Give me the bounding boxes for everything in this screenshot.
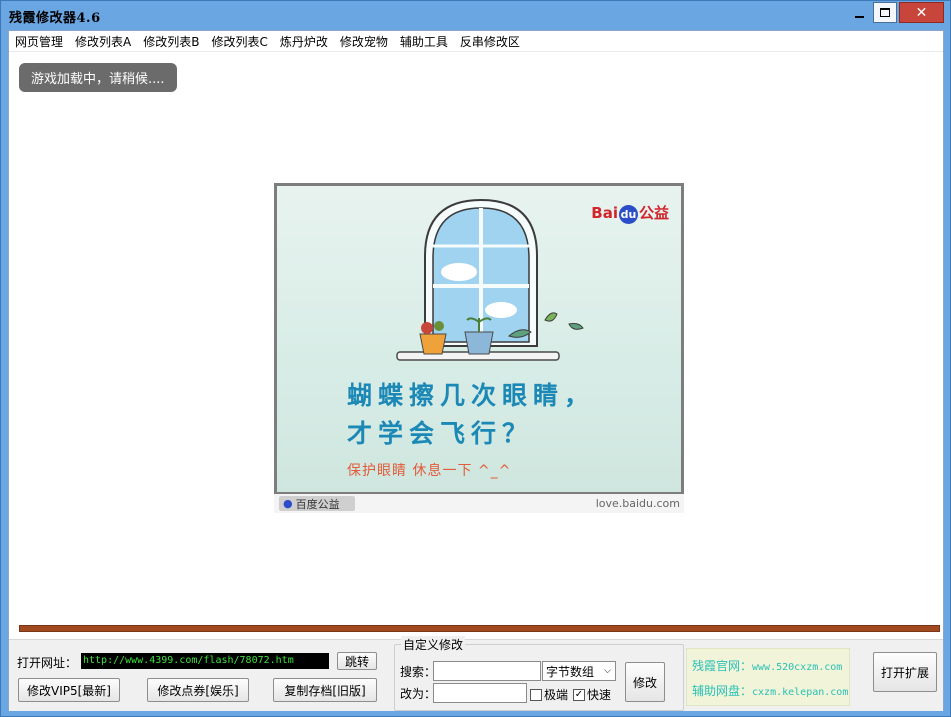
- menu-helper-tools[interactable]: 辅助工具: [400, 33, 454, 50]
- maximize-icon: [880, 8, 890, 17]
- extreme-checkbox-label: 极端: [544, 688, 569, 702]
- maximize-button[interactable]: [873, 2, 897, 23]
- menu-web-manage[interactable]: 网页管理: [15, 33, 69, 50]
- copy-save-button[interactable]: 复制存档[旧版]: [273, 678, 377, 702]
- modify-points-button[interactable]: 修改点券[娱乐]: [147, 678, 249, 702]
- ad-headline-1: 蝴蝶擦几次眼睛，: [347, 381, 596, 410]
- menu-modify-list-a[interactable]: 修改列表A: [75, 33, 137, 50]
- chevron-down-icon: ⌵: [604, 666, 611, 676]
- ad-footer: ● 百度公益 love.baidu.com: [274, 494, 684, 513]
- extreme-checkbox[interactable]: 极端: [530, 686, 568, 703]
- menu-bar: 网页管理 修改列表A 修改列表B 修改列表C 炼丹炉改 修改宠物 辅助工具 反串…: [9, 31, 943, 52]
- replace-input[interactable]: [433, 683, 527, 703]
- open-url-label: 打开网址：: [17, 656, 78, 670]
- paw-icon: ●: [283, 497, 293, 510]
- menu-furnace-modify[interactable]: 炼丹炉改: [280, 33, 334, 50]
- window-title: 残霞修改器4.6: [9, 11, 101, 26]
- fast-checkbox-label: 快速: [587, 688, 612, 702]
- official-site-link[interactable]: 残霞官网：www.520cxzm.com: [692, 657, 842, 674]
- extreme-checkbox-box: [530, 688, 542, 701]
- title-bar: 残霞修改器4.6 ✕: [1, 1, 950, 29]
- minimize-icon: [854, 15, 864, 18]
- ad-footer-badge: ● 百度公益: [279, 496, 355, 511]
- menu-modify-pet[interactable]: 修改宠物: [340, 33, 394, 50]
- netdisk-link[interactable]: 辅助网盘：cxzm.kelepan.com: [692, 682, 848, 699]
- loading-toast: 游戏加载中，请稍候....: [19, 63, 177, 92]
- url-input[interactable]: http://www.4399.com/flash/78072.htm: [81, 653, 329, 669]
- custom-modify-title: 自定义修改: [401, 636, 466, 653]
- bottom-panel: 打开网址： http://www.4399.com/flash/78072.ht…: [9, 636, 943, 711]
- open-extension-button[interactable]: 打开扩展: [873, 652, 937, 692]
- ad-banner[interactable]: Bai du 公益 蝴蝶擦几次眼睛， 才学会飞行？ 保护眼睛 休息一下 ^_^ ● …: [274, 183, 684, 513]
- app-window: 残霞修改器4.6 ✕ 网页管理 修改列表A 修改列表B 修改列表C 炼丹炉改 修…: [0, 0, 951, 717]
- jump-button[interactable]: 跳转: [337, 652, 377, 670]
- menu-modify-list-c[interactable]: 修改列表C: [211, 33, 273, 50]
- game-content-area[interactable]: 游戏加载中，请稍候.... Bai du 公益 蝴蝶擦几次眼睛， 才学会飞行？ …: [9, 53, 943, 621]
- search-label: 搜索：: [400, 665, 437, 679]
- fast-checkbox[interactable]: ✓ 快速: [573, 686, 611, 703]
- type-select-value: 字节数组: [546, 664, 595, 679]
- links-panel: 残霞官网：www.520cxzm.com 辅助网盘：cxzm.kelepan.c…: [686, 648, 850, 706]
- ad-footer-url: love.baidu.com: [595, 497, 680, 510]
- loading-progress-bar: [19, 625, 940, 632]
- modify-button[interactable]: 修改: [625, 662, 665, 702]
- ad-headline-2: 才学会飞行？: [347, 419, 534, 448]
- baidu-logo: Bai du 公益: [591, 204, 669, 224]
- modify-vip-button[interactable]: 修改VIP5[最新]: [18, 678, 120, 702]
- minimize-button[interactable]: [847, 2, 871, 23]
- check-icon: ✓: [573, 688, 585, 701]
- menu-modify-list-b[interactable]: 修改列表B: [143, 33, 205, 50]
- ad-subline: 保护眼睛 休息一下 ^_^: [347, 463, 512, 479]
- close-icon: ✕: [915, 4, 928, 21]
- search-input[interactable]: [433, 661, 541, 681]
- client-area: 网页管理 修改列表A 修改列表B 修改列表C 炼丹炉改 修改宠物 辅助工具 反串…: [8, 30, 944, 711]
- ad-image: Bai du 公益 蝴蝶擦几次眼睛， 才学会飞行？ 保护眼睛 休息一下 ^_^: [277, 186, 681, 492]
- close-button[interactable]: ✕: [899, 2, 944, 23]
- replace-label: 改为：: [400, 687, 437, 701]
- menu-reverse-modify[interactable]: 反串修改区: [460, 33, 526, 50]
- type-select[interactable]: 字节数组 ⌵: [542, 661, 616, 681]
